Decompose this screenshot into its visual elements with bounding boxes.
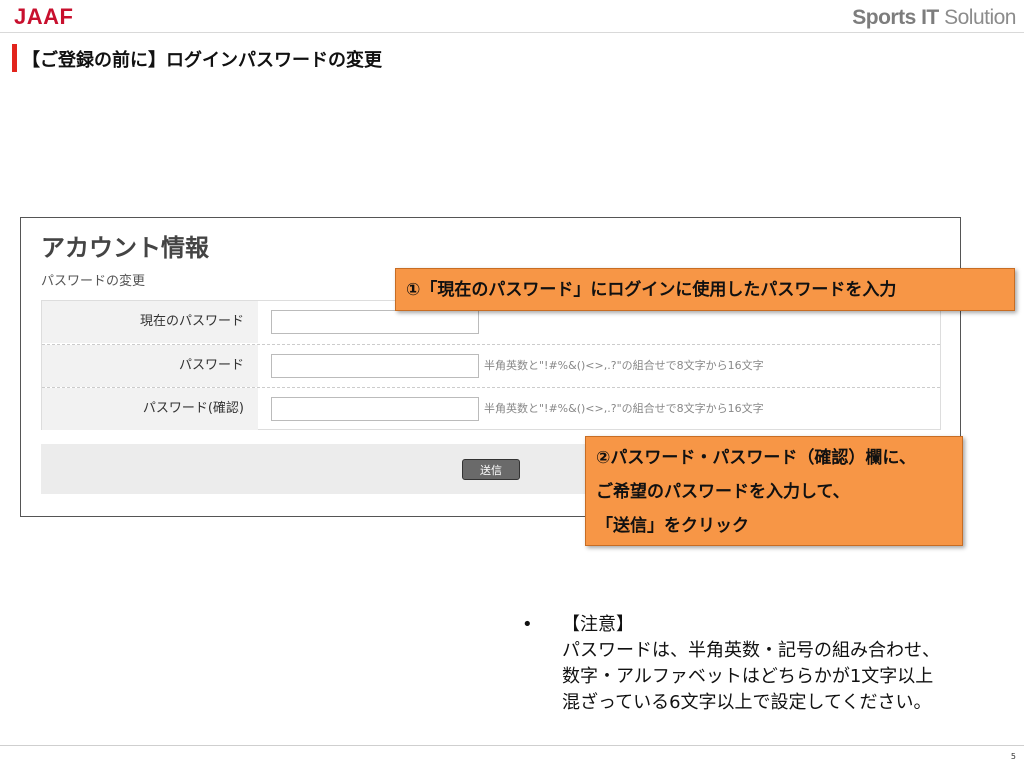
callout-new-password: ②パスワード・パスワード（確認）欄に、 ご希望のパスワードを入力して、 「送信」… [585,436,963,546]
callout-line: 「送信」をクリック [596,516,749,536]
panel-heading: アカウント情報 [41,234,209,262]
confirm-password-hint: 半角英数と"!#%&()<>,.?"の組合せで8文字から16文字 [484,402,764,415]
confirm-password-label: パスワード(確認) [42,388,258,430]
note-line: 混ざっている6文字以上で設定してください。 [562,692,932,713]
form-row-new-password: パスワード 半角英数と"!#%&()<>,.?"の組合せで8文字から16文字 [42,344,940,387]
brand-bold-text: Sports IT [852,6,939,29]
bullet-icon: • [522,614,533,635]
note-line: パスワードは、半角英数・記号の組み合わせ、 [562,640,940,661]
new-password-hint: 半角英数と"!#%&()<>,.?"の組合せで8文字から16文字 [484,359,764,372]
panel-subheading: パスワードの変更 [41,274,146,289]
callout-current-password: ①「現在のパスワード」にログインに使用したパスワードを入力 [395,268,1015,311]
callout-line: ご希望のパスワードを入力して、 [596,482,850,502]
title-accent-bar [12,44,17,72]
new-password-input[interactable] [271,354,479,378]
current-password-label: 現在のパスワード [42,301,258,343]
current-password-input[interactable] [271,310,479,334]
new-password-label: パスワード [42,345,258,387]
header-divider [0,32,1024,33]
password-form: 現在のパスワード パスワード 半角英数と"!#%&()<>,.?"の組合せで8文… [41,300,941,430]
sports-it-solution-logo: Sports IT Solution [852,6,1016,30]
footer-divider [0,745,1024,746]
page-number: 5 [1010,752,1016,761]
note-line: 数字・アルファベットはどちらかが1文字以上 [562,666,934,687]
jaaf-logo: JAAF [14,4,74,29]
callout-line: ②パスワード・パスワード（確認）欄に、 [596,448,916,468]
submit-button[interactable]: 送信 [462,459,520,480]
note-text: 【注意】 パスワードは、半角英数・記号の組み合わせ、 数字・アルファベットはどち… [562,612,1012,716]
note-line: 【注意】 [562,614,634,635]
brand-rest-text: Solution [938,6,1016,29]
form-row-confirm-password: パスワード(確認) 半角英数と"!#%&()<>,.?"の組合せで8文字から16… [42,387,940,430]
confirm-password-input[interactable] [271,397,479,421]
page-title: 【ご登録の前に】ログインパスワードの変更 [22,50,382,71]
